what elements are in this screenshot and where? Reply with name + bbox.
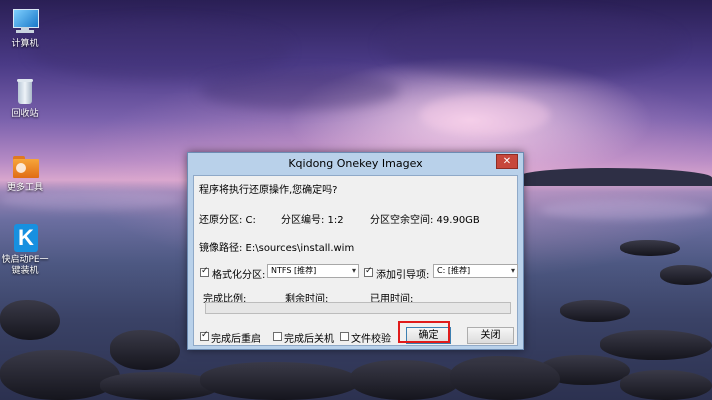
confirm-prompt: 程序将执行还原操作,您确定吗?	[199, 185, 338, 196]
folder-tools-icon	[10, 150, 40, 180]
desktop-icon-more-tools[interactable]: 更多工具	[0, 150, 50, 194]
dialog-titlebar[interactable]: Kqidong Onekey Imagex ✕	[188, 153, 523, 175]
shutdown-after-checkbox[interactable]	[273, 332, 282, 341]
verify-files-label: 文件校验	[351, 334, 391, 345]
format-partition-checkbox[interactable]	[200, 266, 209, 277]
boot-drive-select[interactable]: C: [推荐] ▾	[433, 264, 518, 278]
close-icon[interactable]: ✕	[496, 154, 518, 169]
restore-partition-label: 还原分区: C:	[199, 215, 256, 226]
close-button[interactable]: 关闭	[467, 327, 514, 344]
desktop-icon-label: 计算机	[11, 39, 39, 49]
filesystem-select-value: NTFS [推荐]	[271, 266, 317, 275]
filesystem-select[interactable]: NTFS [推荐] ▾	[267, 264, 359, 278]
chevron-down-icon: ▾	[351, 266, 356, 275]
add-boot-checkbox[interactable]	[364, 266, 373, 277]
partition-number-label: 分区编号: 1:2	[281, 215, 344, 226]
desktop-icon-kqidong[interactable]: K 快启动PE一键装机	[0, 222, 50, 277]
progress-bar	[205, 302, 511, 314]
chevron-down-icon: ▾	[510, 266, 515, 275]
verify-files-checkbox[interactable]	[340, 332, 349, 341]
desktop-icon-label: 快启动PE一键装机	[1, 255, 49, 276]
dialog-title: Kqidong Onekey Imagex	[288, 157, 423, 170]
kqidong-k-icon: K	[10, 222, 40, 252]
computer-icon	[10, 6, 40, 36]
format-partition-label: 格式化分区:	[212, 270, 266, 281]
recycle-bin-icon	[10, 76, 40, 106]
reboot-after-checkbox[interactable]	[200, 330, 209, 341]
dialog-body: 程序将执行还原操作,您确定吗? 还原分区: C: 分区编号: 1:2 分区空余空…	[193, 175, 518, 346]
desktop-icon-recycle-bin[interactable]: 回收站	[0, 76, 50, 120]
add-boot-label: 添加引导项:	[376, 270, 430, 281]
free-space-label: 分区空余空间: 49.90GB	[370, 215, 480, 226]
desktop-icon-label: 更多工具	[6, 183, 43, 193]
desktop-icon-label: 回收站	[11, 109, 39, 119]
shutdown-after-label: 完成后关机	[284, 334, 334, 345]
boot-drive-select-value: C: [推荐]	[437, 266, 471, 275]
desktop-icon-computer[interactable]: 计算机	[0, 6, 50, 50]
image-path-label: 镜像路径: E:\sources\install.wim	[199, 243, 355, 254]
imagex-dialog: Kqidong Onekey Imagex ✕ 程序将执行还原操作,您确定吗? …	[187, 152, 524, 350]
reboot-after-label: 完成后重启	[211, 334, 261, 345]
ok-button-highlight	[398, 321, 450, 343]
